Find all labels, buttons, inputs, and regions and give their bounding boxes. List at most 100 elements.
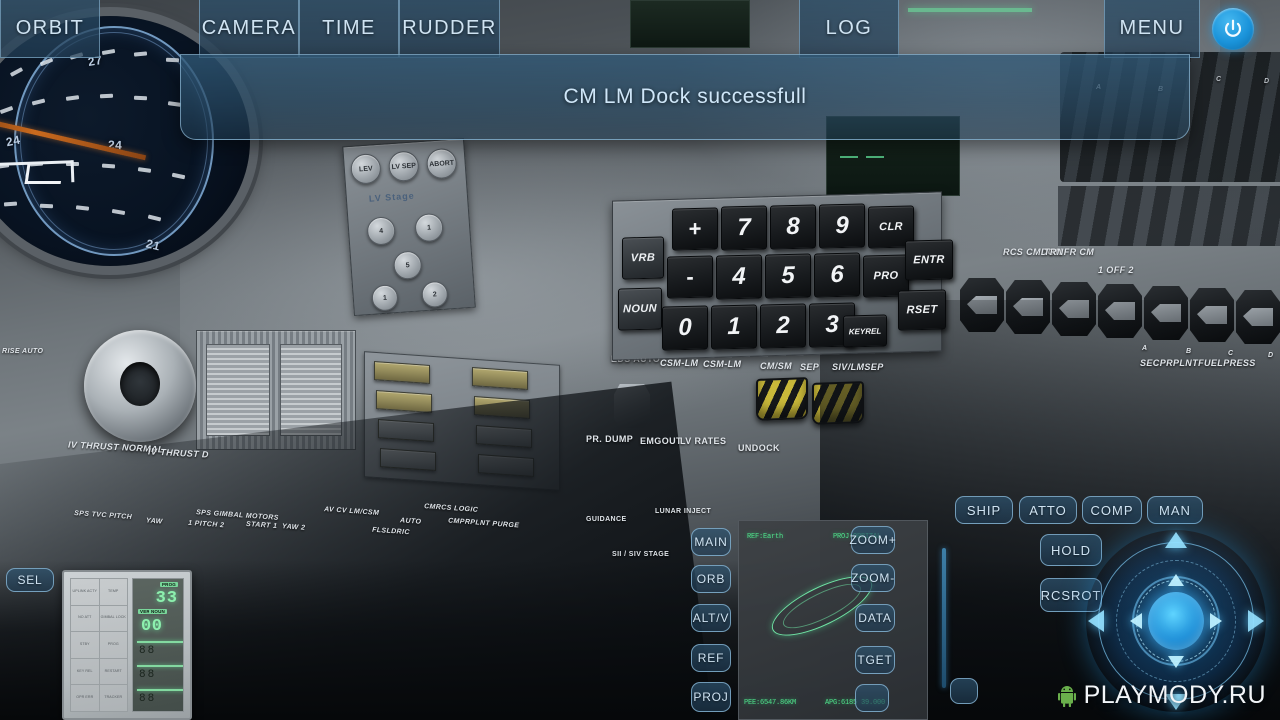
- dsky-key-7[interactable]: 7: [721, 205, 767, 251]
- dsky-label-siv-lmsep: SIV/LMSEP: [832, 362, 884, 372]
- label-guidance: GUIDANCE: [586, 516, 627, 523]
- map-button-main[interactable]: MAIN: [691, 528, 731, 556]
- tab-time[interactable]: TIME: [299, 0, 399, 58]
- label-secprplnt-fuel-press: SECPRPLNTFUELPRESS: [1140, 358, 1256, 368]
- label-trnfr-cm: TRNFR CM: [1044, 247, 1095, 257]
- map-button-orb[interactable]: ORB: [691, 565, 731, 593]
- dsky-key-plus[interactable]: +: [672, 207, 718, 251]
- attitude-arrow-yaw-left-icon[interactable]: [1130, 613, 1142, 629]
- caution-lamp[interactable]: [376, 390, 432, 413]
- dsky-key-0[interactable]: 0: [662, 305, 708, 351]
- dsky-key-keyrel[interactable]: KEYREL: [843, 314, 887, 348]
- label-fuel-c: C: [1228, 350, 1234, 357]
- attitude-arrow-right-icon[interactable]: [1248, 610, 1264, 632]
- dsky-key-6[interactable]: 6: [814, 252, 860, 298]
- hazard-guard-cm-sm[interactable]: [756, 377, 808, 421]
- tab-log[interactable]: LOG: [799, 0, 899, 58]
- rotary-button-lv-sep[interactable]: LV SEP: [387, 150, 420, 183]
- dsky-label-csm-lm-1: CSM-LM: [660, 358, 699, 368]
- rotary-button-lev[interactable]: LEV: [349, 152, 382, 185]
- caution-lamp[interactable]: [374, 361, 430, 384]
- dsky-label-cm-sm: CM/SM: [760, 361, 792, 371]
- map-button-corner[interactable]: [950, 678, 978, 704]
- dsky-key-minus[interactable]: -: [667, 255, 713, 299]
- dsky-register-3: 88: [139, 693, 157, 705]
- dsky-alarm-lamp: PROG: [107, 642, 119, 646]
- android-robot-icon: [1057, 685, 1076, 707]
- dsky-key-8[interactable]: 8: [770, 204, 816, 250]
- rotary-button-5[interactable]: 5: [392, 250, 423, 281]
- map-button-data[interactable]: DATA: [855, 604, 895, 632]
- dsky-alarm-row: OPR ERR TRACKER: [71, 685, 127, 711]
- dsky-alarm-lamp: STBY: [71, 632, 100, 658]
- map-button-proj[interactable]: PROJ: [691, 682, 731, 712]
- mode-button-atto[interactable]: ATTO: [1019, 496, 1077, 524]
- map-button-altv[interactable]: ALT/V: [691, 604, 731, 632]
- label-panel-d: D: [1264, 78, 1270, 85]
- dsky-key-rset[interactable]: RSET: [898, 289, 946, 331]
- map-button-tget[interactable]: TGET: [855, 646, 895, 674]
- attitude-arrow-pitch-up-icon[interactable]: [1168, 574, 1184, 586]
- dsky-key-vrb[interactable]: VRB: [622, 236, 664, 280]
- label-emgout: EMGOUT: [640, 436, 682, 446]
- dsky-key-9[interactable]: 9: [819, 203, 865, 249]
- map-button-zoom-in[interactable]: ZOOM+: [850, 526, 896, 554]
- dsky-key-5[interactable]: 5: [765, 253, 811, 299]
- status-display-line: [840, 156, 858, 158]
- fdai-attitude-pointer-secondary: [24, 164, 64, 184]
- sel-button[interactable]: SEL: [6, 568, 54, 592]
- caution-lamp[interactable]: [472, 367, 528, 390]
- attitude-arrow-left-icon[interactable]: [1088, 610, 1104, 632]
- label-fuel-a: A: [1142, 345, 1148, 352]
- fdai-tick-label: 21: [144, 236, 162, 254]
- tab-menu[interactable]: MENU: [1104, 0, 1200, 58]
- thrust-knob-center: [120, 362, 160, 406]
- attitude-ball-core: [1148, 592, 1204, 650]
- dsky-alarm-lamp: KEY REL: [71, 658, 100, 685]
- dsky-key-2[interactable]: 2: [760, 303, 806, 349]
- tab-orbit[interactable]: ORBIT: [0, 0, 100, 58]
- power-icon: [1225, 19, 1241, 37]
- dsky-noun-label: NOUN: [148, 609, 167, 614]
- label-fuel-b: B: [1186, 348, 1192, 355]
- fdai-tick-label: 24: [4, 132, 22, 150]
- rotary-button-abort[interactable]: ABORT: [425, 147, 458, 180]
- dsky-alarm-row: STBY PROG: [71, 632, 127, 659]
- dsky-prog-label: PROG: [159, 582, 178, 587]
- dsky-alarm-lamp: TEMP: [108, 588, 119, 593]
- dsky-key-1[interactable]: 1: [711, 304, 757, 350]
- power-button[interactable]: [1212, 8, 1254, 50]
- attitude-arrow-yaw-right-icon[interactable]: [1210, 613, 1222, 629]
- orbit-map-display[interactable]: REF:Earth PROJ:ORBITAL PEE:6547.86KM APG…: [738, 520, 928, 720]
- map-button-ref[interactable]: REF: [691, 644, 731, 672]
- map-button-zoom-out[interactable]: ZOOM-: [851, 564, 895, 592]
- dsky-alarm-lamp: NO ATT: [71, 605, 100, 632]
- dsky-key-noun[interactable]: NOUN: [618, 287, 662, 331]
- mode-button-man[interactable]: MAN: [1147, 496, 1203, 524]
- dsky-alarm-row: NO ATT GIMBAL LOCK: [71, 605, 127, 633]
- attitude-arrow-pitch-down-icon[interactable]: [1168, 656, 1184, 668]
- dsky-numeric-display: PROG 33 VERB NOUN 0 0 88 88 88: [132, 578, 184, 712]
- mode-button-ship[interactable]: SHIP: [955, 496, 1013, 524]
- mode-button-comp[interactable]: COMP: [1082, 496, 1142, 524]
- lv-stage-title: LV Stage: [368, 190, 416, 204]
- attitude-arrow-up-icon[interactable]: [1165, 532, 1187, 548]
- rotary-button-2[interactable]: 2: [420, 280, 449, 309]
- watermark: PLAYMODY.RU: [1057, 681, 1266, 710]
- dsky-alarm-lamp: OPR ERR: [71, 685, 100, 711]
- label-lunar-inject: LUNAR INJECT: [655, 508, 712, 515]
- throttle-slider[interactable]: [942, 548, 946, 688]
- map-button-extra[interactable]: [855, 684, 889, 712]
- dsky-key-entr[interactable]: ENTR: [905, 239, 953, 281]
- label-sii-siv-stage: SII / SIV STAGE: [612, 551, 670, 558]
- dsky-key-4[interactable]: 4: [716, 254, 762, 300]
- dsky-alarm-lamp-grid: UPLINK ACTY TEMP NO ATT GIMBAL LOCK STBY…: [70, 578, 128, 712]
- notification-message: CM LM Dock successfull: [563, 85, 807, 108]
- dsky-register-divider: [137, 665, 183, 667]
- rotary-button-1a[interactable]: 1: [414, 212, 445, 243]
- rotary-button-1b[interactable]: 1: [371, 283, 399, 312]
- tab-rudder[interactable]: RUDDER: [399, 0, 500, 58]
- label-pr-dump: PR. DUMP: [586, 434, 634, 444]
- tab-camera[interactable]: CAMERA: [199, 0, 299, 58]
- rotary-button-4[interactable]: 4: [366, 216, 397, 246]
